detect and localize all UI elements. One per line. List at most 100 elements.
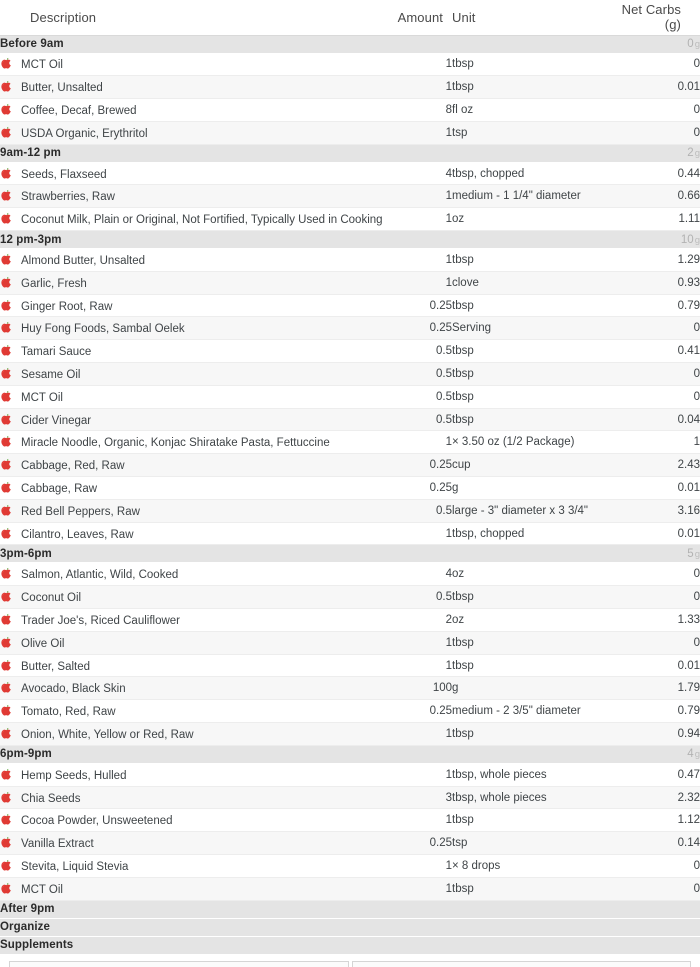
unit-cell[interactable]: large - 3" diameter x 3 3/4" — [452, 499, 612, 523]
amount-cell[interactable]: 0.5 — [390, 339, 452, 364]
amount-cell[interactable]: 1 — [390, 654, 452, 678]
amount-cell[interactable]: 0.25 — [390, 699, 452, 724]
food-description-cell[interactable]: Olive Oil — [0, 631, 390, 655]
unit-cell[interactable]: g — [452, 476, 612, 500]
food-description-cell[interactable]: Ginger Root, Raw — [0, 294, 390, 318]
bottom-panel-right[interactable] — [352, 961, 691, 967]
table-row[interactable]: Cilantro, Leaves, Raw 1 tbsp, chopped 0.01 — [0, 522, 700, 546]
food-description-cell[interactable]: Coffee, Decaf, Brewed — [0, 98, 390, 122]
section-header-row[interactable]: Before 9am 0g — [0, 34, 700, 54]
food-description-cell[interactable]: Butter, Salted — [0, 654, 390, 678]
food-description-cell[interactable]: Onion, White, Yellow or Red, Raw — [0, 722, 390, 746]
unit-cell[interactable]: tsp — [452, 831, 612, 855]
amount-cell[interactable]: 1 — [390, 808, 452, 833]
unit-cell[interactable]: fl oz — [452, 98, 612, 122]
unit-cell[interactable]: g — [452, 676, 612, 701]
amount-cell[interactable]: 8 — [390, 98, 452, 122]
unit-cell[interactable]: tbsp — [452, 631, 612, 655]
amount-cell[interactable]: 4 — [390, 162, 452, 186]
unit-cell[interactable]: oz — [452, 207, 612, 232]
amount-cell[interactable]: 1 — [390, 877, 452, 901]
column-header-description[interactable]: Description — [0, 0, 390, 36]
unit-cell[interactable]: tbsp, whole pieces — [452, 786, 612, 810]
table-row[interactable]: Butter, Unsalted 1 tbsp 0.01 — [0, 75, 700, 100]
unit-cell[interactable]: tbsp — [452, 408, 612, 432]
food-description-cell[interactable]: Miracle Noodle, Organic, Konjac Shiratak… — [0, 430, 390, 455]
food-description-cell[interactable]: Almond Butter, Unsalted — [0, 248, 390, 272]
table-row[interactable]: Red Bell Peppers, Raw 0.5 large - 3" diame… — [0, 499, 700, 523]
amount-cell[interactable]: 0.25 — [390, 476, 452, 500]
food-description-cell[interactable]: Hemp Seeds, Hulled — [0, 763, 390, 787]
table-row[interactable]: Miracle Noodle, Organic, Konjac Shiratak… — [0, 430, 700, 455]
table-row[interactable]: Sesame Oil 0.5 tbsp 0 — [0, 362, 700, 386]
amount-cell[interactable]: 1 — [390, 854, 452, 878]
amount-cell[interactable]: 3 — [390, 786, 452, 810]
unit-cell[interactable]: cup — [452, 453, 612, 478]
unit-cell[interactable]: tbsp, chopped — [452, 522, 612, 546]
table-row[interactable]: Onion, White, Yellow or Red, Raw 1 tbsp 0.9… — [0, 722, 700, 746]
bottom-panel-left[interactable] — [9, 961, 349, 967]
food-description-cell[interactable]: Trader Joe's, Riced Cauliflower — [0, 608, 390, 632]
food-description-cell[interactable]: Cocoa Powder, Unsweetened — [0, 808, 390, 833]
section-header-row[interactable]: Organize — [0, 917, 700, 937]
amount-cell[interactable]: 0.5 — [390, 408, 452, 432]
amount-cell[interactable]: 1 — [390, 763, 452, 787]
unit-cell[interactable]: tbsp — [452, 808, 612, 833]
section-header-row[interactable]: After 9pm — [0, 899, 700, 919]
table-row[interactable]: Seeds, Flaxseed 4 tbsp, chopped 0.44 — [0, 162, 700, 186]
table-row[interactable]: Salmon, Atlantic, Wild, Cooked 4 oz 0 — [0, 562, 700, 587]
unit-cell[interactable]: medium - 1 1/4" diameter — [452, 184, 612, 209]
table-row[interactable]: Cocoa Powder, Unsweetened 1 tbsp 1.12 — [0, 808, 700, 833]
table-row[interactable]: USDA Organic, Erythritol 1 tsp 0 — [0, 121, 700, 145]
food-description-cell[interactable]: Seeds, Flaxseed — [0, 162, 390, 186]
unit-cell[interactable]: medium - 2 3/5" diameter — [452, 699, 612, 724]
column-header-amount[interactable]: Amount — [390, 0, 452, 36]
table-row[interactable]: MCT Oil 1 tbsp 0 — [0, 53, 700, 77]
table-row[interactable]: Trader Joe's, Riced Cauliflower 2 oz 1.33 — [0, 608, 700, 632]
unit-cell[interactable]: × 8 drops — [452, 854, 612, 878]
amount-cell[interactable]: 0.5 — [390, 499, 452, 523]
food-description-cell[interactable]: Cabbage, Red, Raw — [0, 453, 390, 478]
amount-cell[interactable]: 0.25 — [390, 831, 452, 855]
unit-cell[interactable]: clove — [452, 271, 612, 295]
food-description-cell[interactable]: Garlic, Fresh — [0, 271, 390, 295]
table-row[interactable]: Huy Fong Foods, Sambal Oelek 0.25 Serving 0 — [0, 316, 700, 341]
unit-cell[interactable]: tbsp — [452, 53, 612, 77]
table-row[interactable]: MCT Oil 1 tbsp 0 — [0, 877, 700, 901]
amount-cell[interactable]: 1 — [390, 722, 452, 746]
amount-cell[interactable]: 1 — [390, 207, 452, 232]
unit-cell[interactable]: oz — [452, 608, 612, 632]
amount-cell[interactable]: 1 — [390, 631, 452, 655]
table-row[interactable]: Coffee, Decaf, Brewed 8 fl oz 0 — [0, 98, 700, 122]
unit-cell[interactable]: tbsp — [452, 722, 612, 746]
unit-cell[interactable]: tbsp — [452, 877, 612, 901]
table-row[interactable]: Avocado, Black Skin 100 g 1.79 — [0, 676, 700, 701]
food-description-cell[interactable]: Vanilla Extract — [0, 831, 390, 855]
food-description-cell[interactable]: Butter, Unsalted — [0, 75, 390, 100]
unit-cell[interactable]: tbsp, chopped — [452, 162, 612, 186]
table-row[interactable]: Chia Seeds 3 tbsp, whole pieces 2.32 — [0, 786, 700, 810]
amount-cell[interactable]: 2 — [390, 608, 452, 632]
table-row[interactable]: Garlic, Fresh 1 clove 0.93 — [0, 271, 700, 295]
table-row[interactable]: Coconut Milk, Plain or Original, Not For… — [0, 207, 700, 232]
section-header-row[interactable]: 6pm-9pm 4g — [0, 744, 700, 764]
food-description-cell[interactable]: Coconut Oil — [0, 585, 390, 610]
amount-cell[interactable]: 1 — [390, 430, 452, 455]
food-description-cell[interactable]: Strawberries, Raw — [0, 184, 390, 209]
amount-cell[interactable]: 1 — [390, 121, 452, 145]
amount-cell[interactable]: 1 — [390, 271, 452, 295]
unit-cell[interactable]: tbsp — [452, 75, 612, 100]
amount-cell[interactable]: 0.25 — [390, 316, 452, 341]
unit-cell[interactable]: tbsp — [452, 362, 612, 386]
unit-cell[interactable]: tbsp — [452, 339, 612, 364]
food-description-cell[interactable]: Sesame Oil — [0, 362, 390, 386]
food-description-cell[interactable]: USDA Organic, Erythritol — [0, 121, 390, 145]
food-description-cell[interactable]: Red Bell Peppers, Raw — [0, 499, 390, 523]
food-description-cell[interactable]: Huy Fong Foods, Sambal Oelek — [0, 316, 390, 341]
unit-cell[interactable]: Serving — [452, 316, 612, 341]
table-row[interactable]: Hemp Seeds, Hulled 1 tbsp, whole pieces 0.4… — [0, 763, 700, 787]
amount-cell[interactable]: 0.25 — [390, 294, 452, 318]
food-description-cell[interactable]: Salmon, Atlantic, Wild, Cooked — [0, 562, 390, 587]
unit-cell[interactable]: tsp — [452, 121, 612, 145]
table-row[interactable]: Olive Oil 1 tbsp 0 — [0, 631, 700, 655]
